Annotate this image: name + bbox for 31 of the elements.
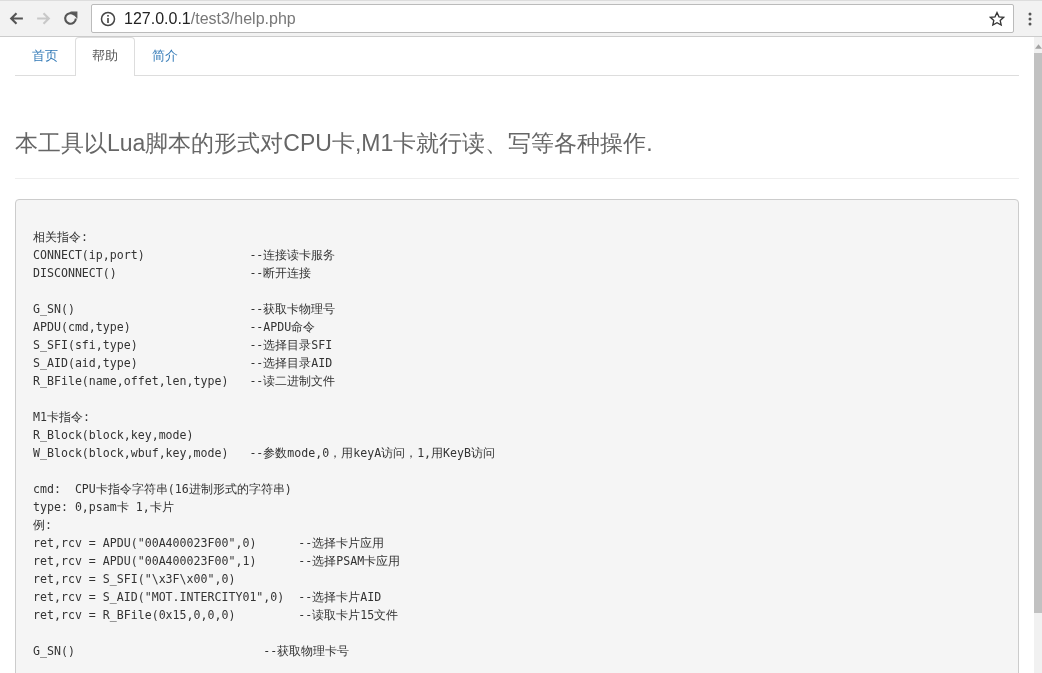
code-line: DISCONNECT() --断开连接: [33, 265, 313, 282]
code-line: type: 0,psam卡 1,卡片: [33, 499, 175, 516]
code-line: W_Block(block,wbuf,key,mode) --参数mode,0，用keyA访问，1,用KeyB访问: [33, 445, 497, 462]
page-heading: 本工具以Lua脚本的形式对CPU卡,M1卡就行读、写等各种操作.: [15, 129, 654, 158]
code-line: S_SFI(sfi,type) --选择目录SFI: [33, 337, 334, 354]
code-line: R_Block(block,key,mode): [33, 427, 195, 444]
url-text: 127.0.0.1/test3/help.php: [124, 9, 296, 28]
code-line: ret,rcv = APDU("00A400023F00",1) --选择PSAM卡应用: [33, 553, 402, 570]
code-line: ret,rcv = S_SFI("\x3F\x00",0): [33, 571, 237, 588]
nav-tab[interactable]: 首页: [15, 37, 75, 76]
code-line: 相关指令:: [33, 229, 89, 246]
star-icon[interactable]: [989, 10, 1005, 27]
code-line: ret,rcv = S_AID("MOT.INTERCITY01",0) --选择卡片AID: [33, 589, 383, 606]
code-line: ret,rcv = R_BFile(0x15,0,0,0) --读取卡片15文件: [33, 607, 400, 624]
nav-tab[interactable]: 简介: [135, 37, 195, 76]
code-line: cmd: CPU卡指令字符串(16进制形式的字符串): [33, 481, 293, 498]
info-icon[interactable]: [100, 10, 116, 27]
code-line: ret,rcv = APDU("00A400023F00",0) --选择卡片应用: [33, 535, 386, 552]
code-line: G_SN() --获取物理卡号: [33, 643, 351, 660]
address-field[interactable]: 127.0.0.1/test3/help.php: [91, 4, 1014, 33]
nav-tab[interactable]: 帮助: [75, 37, 135, 76]
code-line: APDU(cmd,type) --APDU命令: [33, 319, 317, 336]
code-line: CONNECT(ip,port) --连接读卡服务: [33, 247, 337, 264]
code-line: G_SN() --获取卡物理号: [33, 301, 337, 318]
menu-icon[interactable]: [1028, 10, 1032, 27]
reload-icon[interactable]: [62, 10, 79, 27]
code-line: R_BFile(name,offet,len,type) --读二进制文件: [33, 373, 337, 390]
code-line: 例:: [33, 517, 53, 534]
back-icon[interactable]: [8, 10, 25, 27]
code-line: M1卡指令:: [33, 409, 91, 426]
code-line: S_AID(aid,type) --选择目录AID: [33, 355, 334, 372]
